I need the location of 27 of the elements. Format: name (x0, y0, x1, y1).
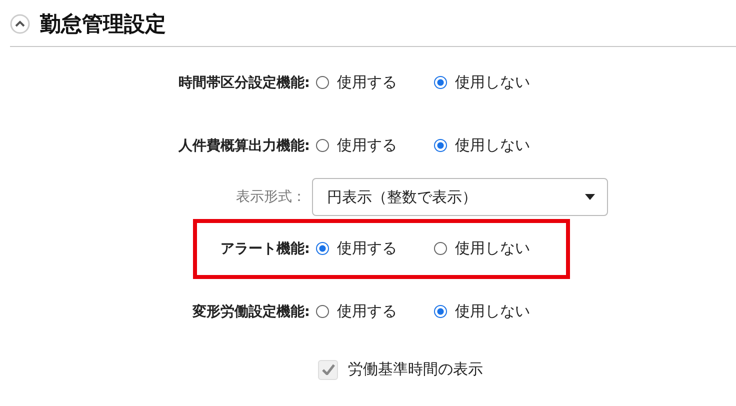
radio-option[interactable]: 使用しない (434, 136, 552, 155)
radio-option[interactable]: 使用しない (434, 239, 552, 258)
section-title: 勤怠管理設定 (40, 11, 166, 38)
setting-label: 人件費概算出力機能: (177, 136, 311, 154)
radio-button[interactable] (434, 305, 447, 318)
radio-option[interactable]: 使用しない (434, 302, 552, 321)
format-dropdown[interactable]: 円表示（整数で表示） (312, 178, 608, 216)
setting-label: 時間帯区分設定機能: (177, 74, 311, 92)
setting-label: アラート機能: (219, 240, 311, 258)
radio-option[interactable]: 使用する (316, 302, 434, 321)
radio-option[interactable]: 使用する (316, 136, 434, 155)
radio-button[interactable] (434, 76, 447, 89)
setting-label: 表示形式： (235, 188, 307, 206)
radio-option[interactable]: 使用する (316, 239, 434, 258)
radio-button[interactable] (434, 242, 447, 255)
radio-button[interactable] (316, 139, 329, 152)
collapse-icon[interactable] (10, 14, 30, 34)
checkmark-icon (322, 364, 334, 375)
dropdown-caret-icon (585, 194, 595, 200)
radio-button[interactable] (316, 76, 329, 89)
radio-option[interactable]: 使用する (316, 73, 434, 92)
radio-button[interactable] (434, 139, 447, 152)
radio-button[interactable] (316, 305, 329, 318)
setting-label: 変形労働設定機能: (191, 302, 311, 320)
radio-option[interactable]: 使用しない (434, 73, 552, 92)
radio-button[interactable] (316, 242, 329, 255)
checkbox-label: 労働基準時間の表示 (348, 360, 483, 379)
